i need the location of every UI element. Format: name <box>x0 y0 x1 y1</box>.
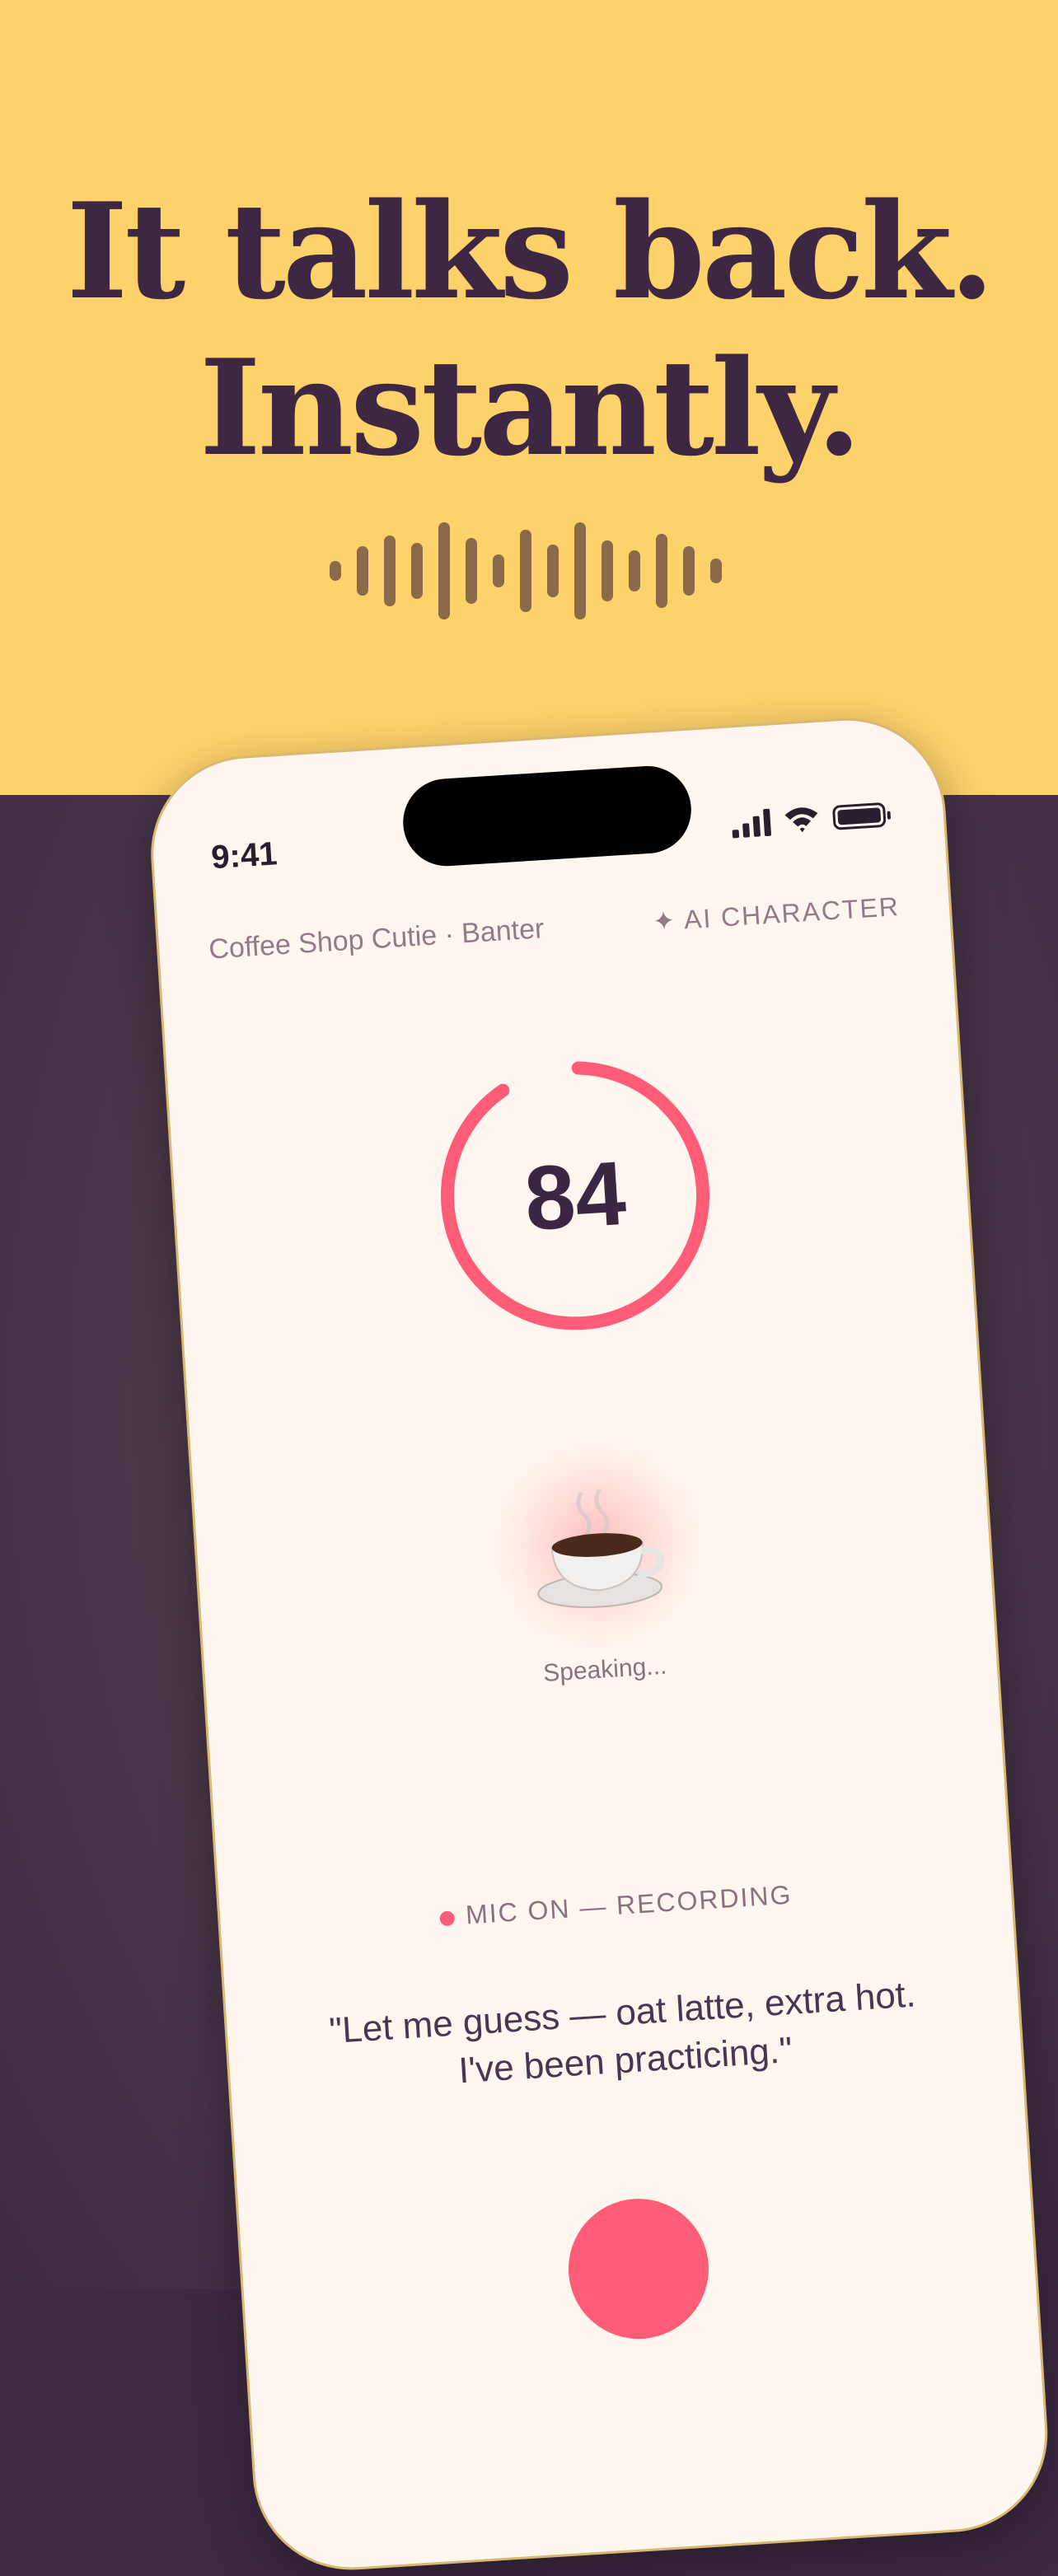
score-value: 84 <box>522 1142 629 1250</box>
headline-line-1: It talks back. <box>66 174 995 329</box>
wave-bar <box>330 561 341 581</box>
coffee-cup-avatar <box>484 1432 711 1659</box>
wave-bar <box>629 550 640 591</box>
wifi-icon <box>784 807 818 833</box>
recording-dot-icon <box>438 1910 455 1926</box>
status-icons <box>731 794 887 845</box>
wave-bar <box>466 538 477 604</box>
headline-line-2: Instantly. <box>199 330 862 485</box>
wave-bar <box>602 540 613 601</box>
coffee-cup-icon <box>537 1488 665 1608</box>
dynamic-island <box>400 763 695 869</box>
wave-bar <box>438 522 450 619</box>
wave-bar <box>357 546 368 596</box>
mic-status: MIC ON — RECORDING <box>220 1866 1011 1946</box>
wave-bar <box>656 534 667 608</box>
wave-bar <box>683 546 695 596</box>
signal-icon <box>731 808 772 839</box>
wave-bar <box>411 543 423 599</box>
wave-bar <box>547 545 559 597</box>
wave-bar <box>574 522 586 619</box>
talk-button[interactable] <box>564 2194 714 2344</box>
ai-character-badge: ✦ AI CHARACTER <box>652 891 901 937</box>
character-title: Coffee Shop Cutie · Banter <box>208 913 545 965</box>
phone-mockup: 9:41 Coffee Shop Cutie · Banter ✦ AI CHA… <box>144 712 1054 2576</box>
wave-bar <box>520 530 531 612</box>
sound-wave-icon <box>330 521 728 620</box>
wave-bar <box>710 559 722 583</box>
wave-bar <box>384 535 396 606</box>
character-quote: "Let me guess — oat latte, extra hot. I'… <box>328 1974 917 2092</box>
wave-bar <box>493 554 504 587</box>
status-time: 9:41 <box>210 835 279 877</box>
mic-status-label: MIC ON — RECORDING <box>464 1879 794 1930</box>
battery-icon <box>831 802 887 830</box>
